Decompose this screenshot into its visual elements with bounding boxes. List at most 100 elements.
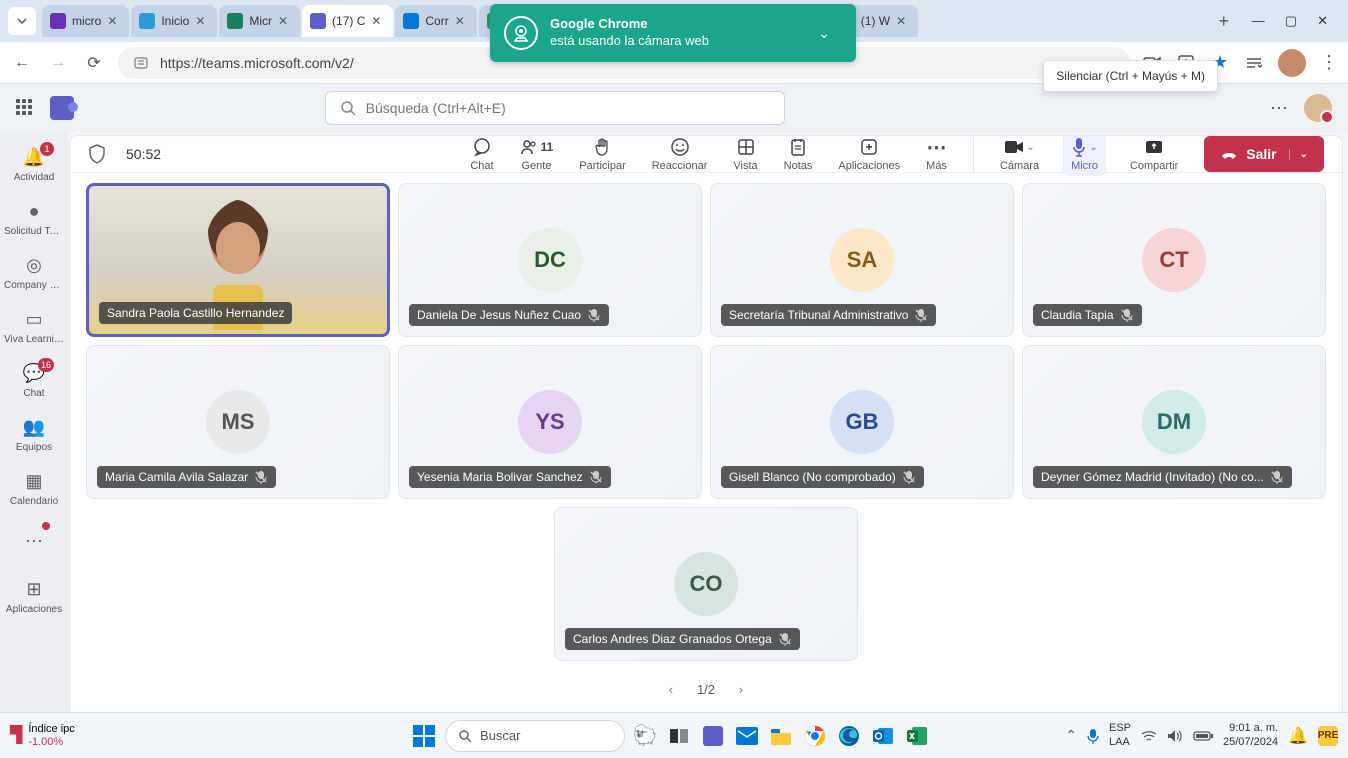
reading-list-icon[interactable] — [1244, 53, 1264, 73]
favicon — [50, 13, 66, 29]
avatar-initials: DC — [518, 228, 582, 292]
close-tab-button[interactable]: ✕ — [195, 14, 209, 28]
rail-item[interactable]: ⊞Aplicaciones — [4, 572, 64, 620]
taskbar-app-outlook[interactable] — [869, 722, 897, 750]
chevron-down-icon[interactable]: ⌄ — [1289, 149, 1308, 160]
page-next-button[interactable]: › — [729, 677, 753, 701]
view-button[interactable]: Vista — [733, 136, 757, 172]
people-button[interactable]: 11 Gente — [520, 136, 554, 172]
apps-add-icon — [860, 136, 878, 158]
close-tab-button[interactable]: ✕ — [896, 14, 910, 28]
chevron-down-icon[interactable]: ⌄ — [1026, 142, 1034, 153]
system-tray: ⌃ ESP LAA 9:01 a. m. 25/07/2024 🔔 PRE — [1065, 722, 1338, 748]
apps-button[interactable]: Aplicaciones — [838, 136, 900, 172]
reload-button[interactable]: ⟳ — [82, 51, 106, 75]
rail-item[interactable]: 👥Equipos — [4, 410, 64, 458]
rail-item[interactable]: ⋯ — [4, 518, 64, 566]
participant-tile[interactable]: DMDeyner Gómez Madrid (Invitado) (No co.… — [1022, 345, 1326, 499]
rail-item[interactable]: ▦Calendario — [4, 464, 64, 512]
participant-tile[interactable]: CTClaudia Tapia — [1022, 183, 1326, 337]
taskbar-app-mail[interactable] — [733, 722, 761, 750]
notes-button[interactable]: Notas — [784, 136, 813, 172]
taskbar-app-teams[interactable] — [699, 722, 727, 750]
minimize-button[interactable]: — — [1252, 13, 1265, 29]
participant-tile[interactable]: MSMaria Camila Avila Salazar — [86, 345, 390, 499]
taskbar-search[interactable]: Buscar — [445, 720, 625, 752]
avatar-initials: YS — [518, 390, 582, 454]
stock-widget[interactable]: ▜ Índice ipc -1.00% — [10, 723, 75, 747]
more-button[interactable]: ⋯ Más — [926, 136, 947, 172]
task-view-button[interactable] — [665, 722, 693, 750]
mic-button[interactable]: ⌄ Micro — [1063, 136, 1106, 176]
forward-button[interactable]: → — [46, 51, 70, 75]
taskbar-app-chrome[interactable] — [801, 722, 829, 750]
battery-icon[interactable] — [1193, 730, 1213, 742]
clock[interactable]: 9:01 a. m. 25/07/2024 — [1223, 722, 1278, 748]
close-tab-button[interactable]: ✕ — [371, 14, 385, 28]
tray-app-icon[interactable]: PRE — [1318, 726, 1338, 746]
search-input[interactable]: Búsqueda (Ctrl+Alt+E) — [325, 91, 785, 125]
taskbar-app-edge[interactable] — [835, 722, 863, 750]
participant-tile[interactable]: YSYesenia Maria Bolivar Sanchez — [398, 345, 702, 499]
tray-chevron-icon[interactable]: ⌃ — [1065, 727, 1077, 744]
volume-icon[interactable] — [1167, 729, 1183, 743]
participant-tile[interactable]: GBGisell Blanco (No comprobado) — [710, 345, 1014, 499]
rail-item[interactable]: 16💬Chat — [4, 356, 64, 404]
close-tab-button[interactable]: ✕ — [278, 14, 292, 28]
start-button[interactable] — [409, 721, 439, 751]
close-tab-button[interactable]: ✕ — [107, 14, 121, 28]
banner-expand-button[interactable]: ⌄ — [806, 17, 842, 50]
raise-hand-button[interactable]: Participar — [579, 136, 625, 172]
rail-item[interactable]: 1🔔Actividad — [4, 140, 64, 188]
browser-tab[interactable]: micro✕ — [42, 5, 129, 37]
new-tab-button[interactable]: + — [1210, 7, 1238, 35]
taskbar-app-excel[interactable] — [903, 722, 931, 750]
leave-button[interactable]: Salir ⌄ — [1204, 136, 1324, 172]
close-tab-button[interactable]: ✕ — [455, 14, 469, 28]
chevron-down-icon[interactable]: ⌄ — [1089, 142, 1097, 153]
back-button[interactable]: ← — [10, 51, 34, 75]
browser-tab[interactable]: Corr✕ — [395, 5, 476, 37]
browser-tab[interactable]: Inicio✕ — [131, 5, 217, 37]
taskbar-app-explorer[interactable] — [767, 722, 795, 750]
rail-item[interactable]: ▭Viva Learning — [4, 302, 64, 350]
camera-button[interactable]: ⌄ Cámara — [1000, 136, 1039, 172]
language-indicator[interactable]: ESP LAA — [1109, 722, 1131, 748]
mic-muted-icon — [589, 470, 603, 484]
camera-icon — [1004, 139, 1024, 155]
notifications-icon[interactable]: 🔔 — [1288, 726, 1308, 746]
browser-tab[interactable]: Micr✕ — [219, 5, 300, 37]
taskbar-app[interactable]: 🐑 — [631, 722, 659, 750]
rail-icon: ⋯ — [22, 529, 46, 553]
rail-item[interactable]: ◎Company C... — [4, 248, 64, 296]
avatar-initials: DM — [1142, 390, 1206, 454]
share-button[interactable]: Compartir — [1130, 136, 1178, 172]
browser-menu-button[interactable]: ⋮ — [1320, 52, 1338, 73]
tray-mic-icon[interactable] — [1087, 728, 1099, 744]
mic-muted-icon — [1270, 470, 1284, 484]
maximize-button[interactable]: ▢ — [1285, 13, 1297, 29]
badge: 16 — [38, 358, 54, 372]
close-window-button[interactable]: ✕ — [1317, 13, 1328, 29]
rail-item[interactable]: ●Solicitud Tel... — [4, 194, 64, 242]
wifi-icon[interactable] — [1141, 730, 1157, 742]
page-prev-button[interactable]: ‹ — [659, 677, 683, 701]
camera-usage-banner: Google Chrome está usando la cámara web … — [490, 4, 856, 62]
site-info-icon[interactable] — [132, 54, 150, 72]
rail-label: Chat — [23, 388, 44, 399]
mic-muted-icon — [587, 308, 601, 322]
tab-search-button[interactable] — [8, 7, 36, 35]
settings-more-button[interactable]: ⋯ — [1270, 98, 1290, 119]
profile-avatar[interactable] — [1278, 49, 1306, 77]
chat-button[interactable]: Chat — [470, 136, 493, 172]
browser-tab[interactable]: (17) C✕ — [302, 5, 393, 37]
participant-tile[interactable]: COCarlos Andres Diaz Granados Ortega — [554, 507, 858, 661]
react-button[interactable]: Reaccionar — [652, 136, 708, 172]
participant-tile[interactable]: DCDaniela De Jesus Nuñez Cuao — [398, 183, 702, 337]
me-avatar[interactable] — [1304, 94, 1332, 122]
app-launcher-button[interactable] — [16, 99, 34, 117]
rail-icon: ▭ — [22, 308, 46, 332]
participant-tile[interactable]: SASecretaría Tribunal Administrativo — [710, 183, 1014, 337]
participant-tile[interactable]: Sandra Paola Castillo Hernandez — [86, 183, 390, 337]
rail-icon: ▦ — [22, 470, 46, 494]
